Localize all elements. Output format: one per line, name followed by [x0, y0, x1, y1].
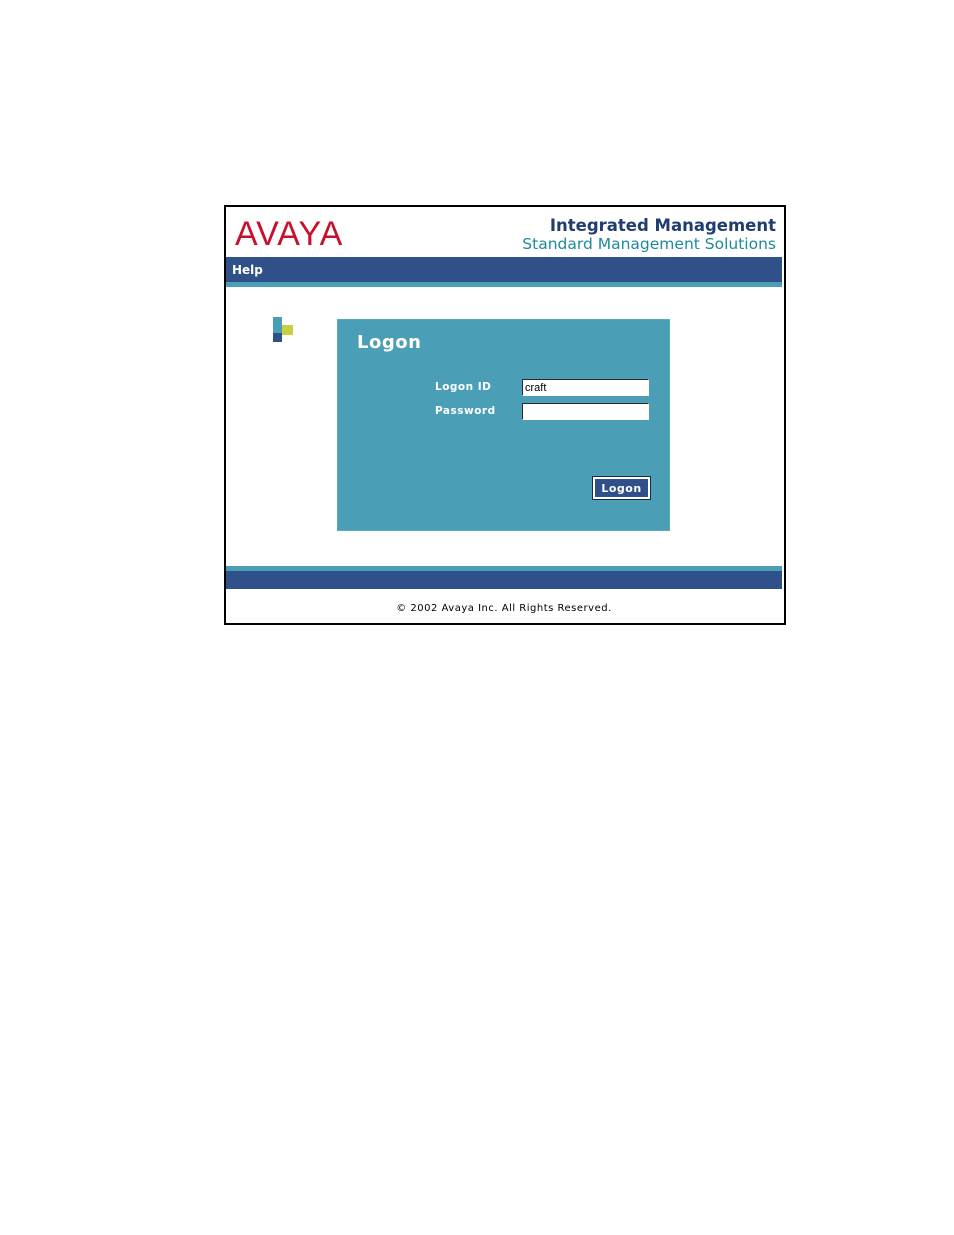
- logon-id-label: Logon ID: [435, 381, 492, 393]
- logon-id-input[interactable]: [522, 379, 649, 396]
- logon-button[interactable]: Logon: [593, 477, 650, 499]
- logon-panel: Logon Logon ID Password Logon: [338, 320, 669, 530]
- password-input[interactable]: [522, 403, 649, 420]
- copyright-text: © 2002 Avaya Inc. All Rights Reserved.: [396, 603, 612, 614]
- product-title: Integrated Management: [549, 216, 776, 235]
- top-nav-bar: Help: [226, 257, 782, 282]
- logon-panel-title: Logon: [357, 332, 422, 353]
- footer-bar: [226, 571, 782, 589]
- browser-content-frame: AVAYA Integrated Management Standard Man…: [224, 205, 786, 625]
- product-subtitle: Standard Management Solutions: [522, 235, 776, 253]
- blocks-decoration-icon: [273, 317, 297, 343]
- avaya-logo: AVAYA: [235, 215, 344, 253]
- header-accent-strip: [226, 282, 782, 287]
- help-link[interactable]: Help: [232, 263, 263, 277]
- password-label: Password: [435, 405, 496, 417]
